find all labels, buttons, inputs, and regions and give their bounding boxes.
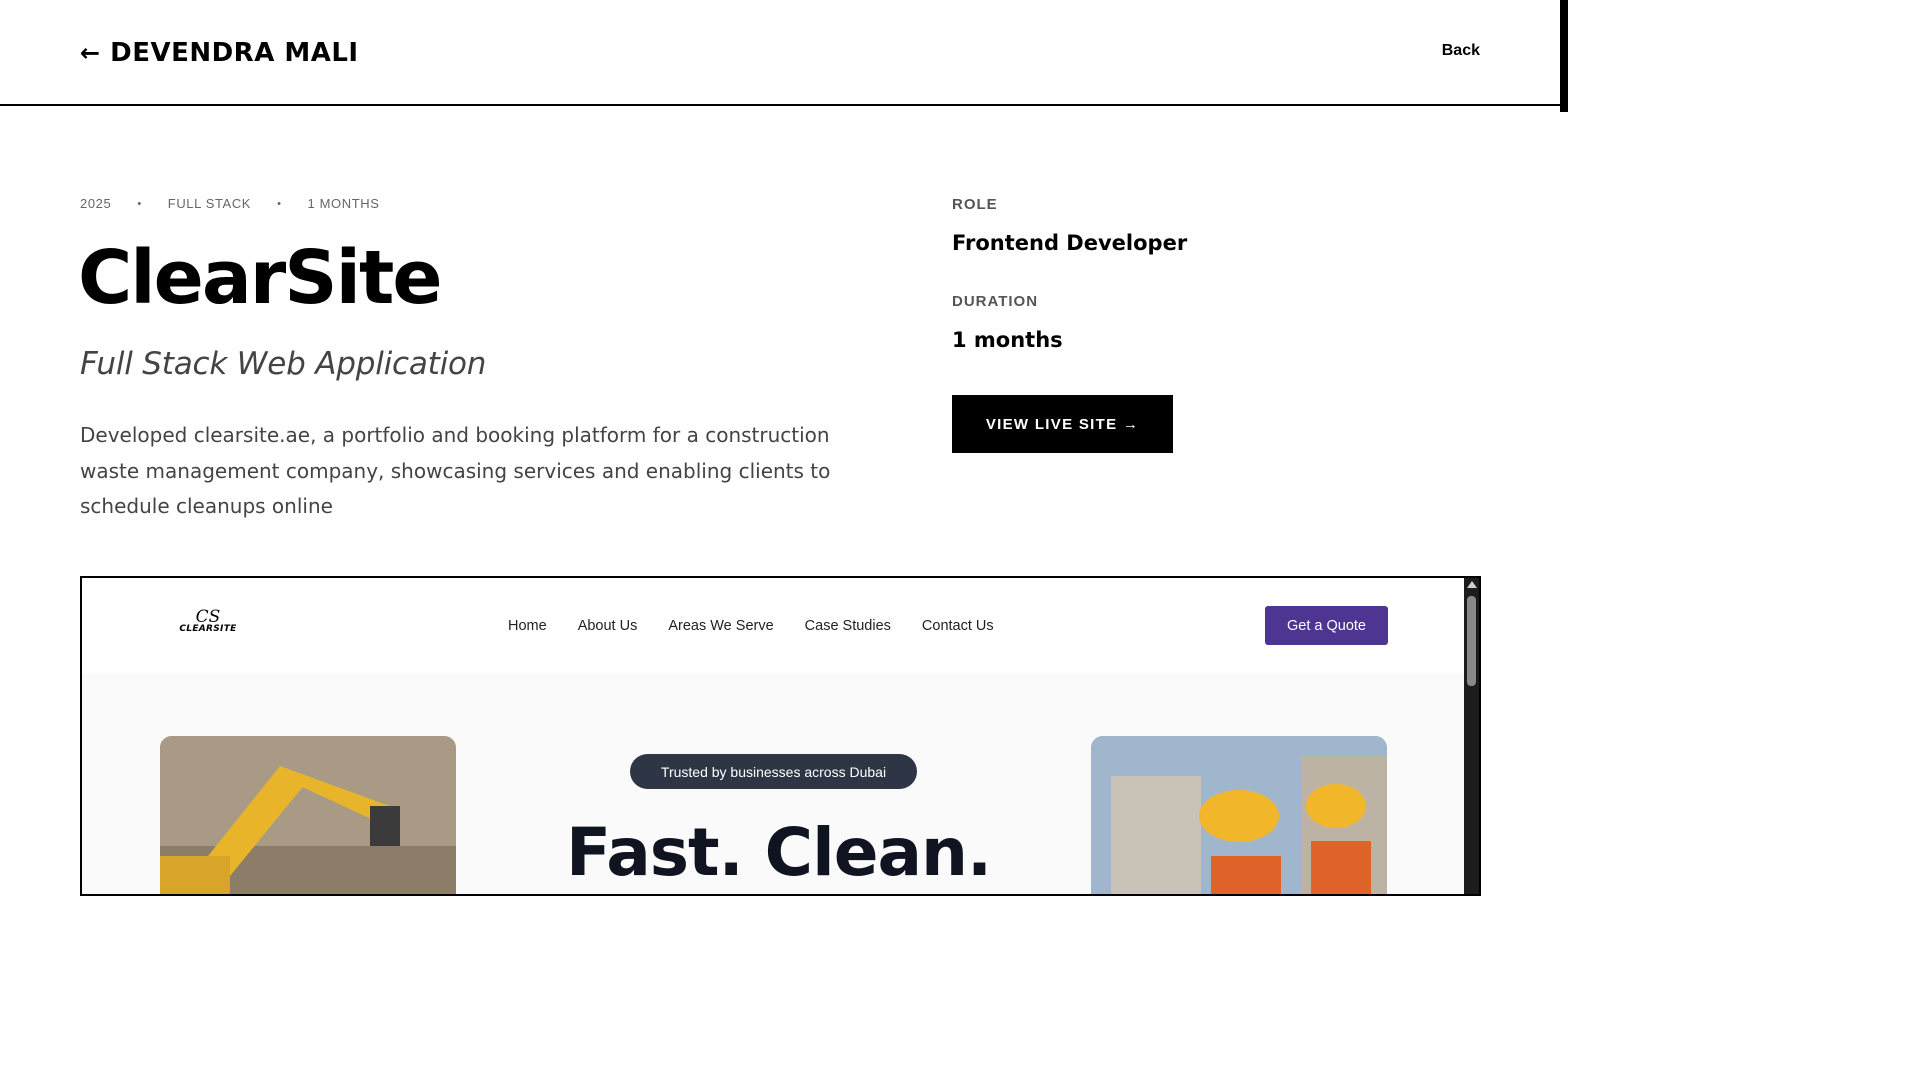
hero-heading: Fast. Clean. xyxy=(566,814,992,891)
preview-nav-case-studies[interactable]: Case Studies xyxy=(805,618,891,634)
meta-separator: • xyxy=(277,197,282,210)
duration-value: 1 months xyxy=(952,328,1063,352)
scroll-thumb[interactable] xyxy=(1467,596,1476,686)
preview-scrollbar[interactable] xyxy=(1464,578,1479,894)
meta-year: 2025 xyxy=(80,196,112,211)
role-value: Frontend Developer xyxy=(952,231,1188,255)
meta-category: FULL STACK xyxy=(167,196,252,211)
preview-nav-home[interactable]: Home xyxy=(508,618,547,634)
meta-duration: 1 MONTHS xyxy=(307,196,380,211)
project-subtitle: Full Stack Web Application xyxy=(80,346,487,382)
preview-nav-contact[interactable]: Contact Us xyxy=(922,618,994,634)
trust-badge: Trusted by businesses across Dubai xyxy=(630,754,917,789)
preview-nav-areas[interactable]: Areas We Serve xyxy=(668,618,773,634)
logo-mark: CS xyxy=(195,607,221,627)
scroll-up-icon[interactable] xyxy=(1467,581,1477,588)
preview-navbar: CS CLEARSITE Home About Us Areas We Serv… xyxy=(82,578,1464,674)
workers-illustration xyxy=(1091,736,1387,894)
site-preview-frame[interactable]: CS CLEARSITE Home About Us Areas We Serv… xyxy=(80,576,1481,896)
excavator-demolition-image xyxy=(160,736,456,894)
project-description: Developed clearsite.ae, a portfolio and … xyxy=(80,423,831,518)
duration-label: DURATION xyxy=(952,293,1039,310)
site-header: ← DEVENDRA MALI Back xyxy=(0,0,1568,106)
get-a-quote-button[interactable]: Get a Quote xyxy=(1265,606,1388,645)
view-live-site-button[interactable]: VIEW LIVE SITE → xyxy=(952,395,1173,453)
back-link[interactable]: Back xyxy=(1442,42,1480,60)
back-arrow-icon: ← xyxy=(80,39,101,67)
project-meta: 2025 • FULL STACK • 1 MONTHS xyxy=(80,196,380,211)
project-title: ClearSite xyxy=(78,235,443,321)
brand-name: DEVENDRA MALI xyxy=(110,38,359,68)
preview-nav-about[interactable]: About Us xyxy=(578,618,638,634)
logo-wordmark: CLEARSITE xyxy=(179,624,237,634)
home-link[interactable]: ← DEVENDRA MALI xyxy=(80,38,359,68)
excavator-illustration xyxy=(160,736,456,894)
meta-separator: • xyxy=(137,197,142,210)
construction-workers-image xyxy=(1091,736,1387,894)
page-scrollbar[interactable] xyxy=(1560,0,1568,112)
preview-nav-links: Home About Us Areas We Serve Case Studie… xyxy=(508,618,994,634)
project-details: ROLE Frontend Developer DURATION 1 month… xyxy=(952,196,1187,352)
role-label: ROLE xyxy=(952,196,998,213)
clearsite-logo[interactable]: CS CLEARSITE xyxy=(178,607,238,635)
